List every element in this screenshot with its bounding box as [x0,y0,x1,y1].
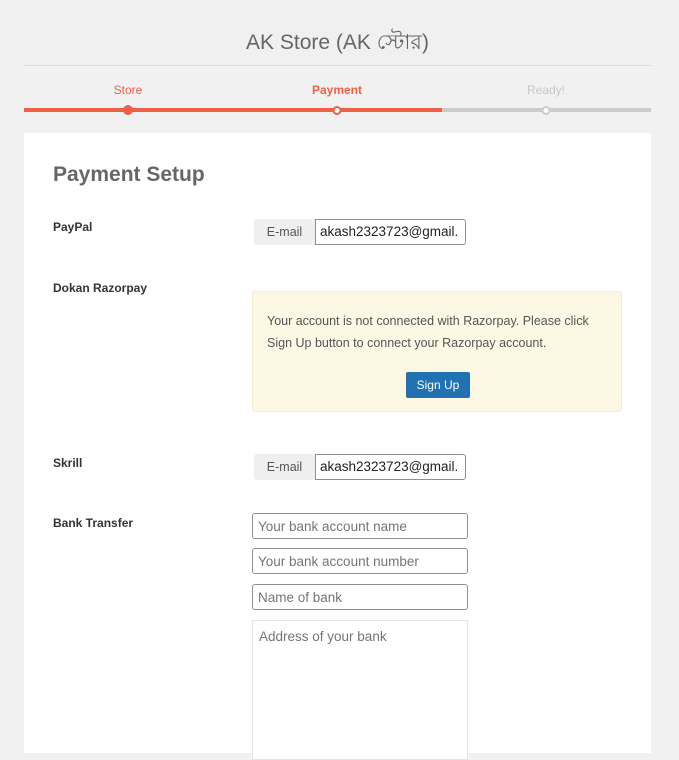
store-title: AK Store (AK স্টোর) [246,31,429,54]
razorpay-label: Dokan Razorpay [53,281,148,295]
razorpay-notice-text: Your account is not connected with Razor… [267,314,589,350]
bank-account-name-input[interactable] [252,513,468,539]
step-payment-label: Payment [311,83,363,97]
razorpay-sign-up-button[interactable]: Sign Up [406,372,470,398]
setup-steps: Store Payment Ready! [24,66,651,126]
bank-account-number-input[interactable] [252,548,468,574]
skrill-email-group: E-mail akash2323723@gmail. [254,454,466,480]
bank-address-textarea[interactable] [252,620,468,760]
paypal-label: PayPal [53,220,93,234]
store-header: AK Store (AK স্টোর) [24,28,651,66]
paypal-email-addon: E-mail [254,219,315,245]
skrill-label: Skrill [53,456,83,470]
razorpay-notice: Your account is not connected with Razor… [252,291,622,412]
step-payment-dot [332,106,342,115]
step-ready-label: Ready! [526,83,566,97]
step-ready-dot [541,106,551,115]
payment-setup-card: Payment Setup PayPal E-mail akash2323723… [24,133,651,760]
paypal-email-input[interactable]: akash2323723@gmail. [315,219,466,245]
skrill-email-input[interactable]: akash2323723@gmail. [315,454,466,480]
step-store-label: Store [113,83,143,97]
progress-track-filled [24,108,442,112]
skrill-email-addon: E-mail [254,454,315,480]
bank-name-input[interactable] [252,584,468,610]
page-title: Payment Setup [53,163,205,186]
paypal-email-group: E-mail akash2323723@gmail. [254,219,466,245]
step-store-dot [123,105,133,115]
bank-transfer-label: Bank Transfer [53,516,134,530]
